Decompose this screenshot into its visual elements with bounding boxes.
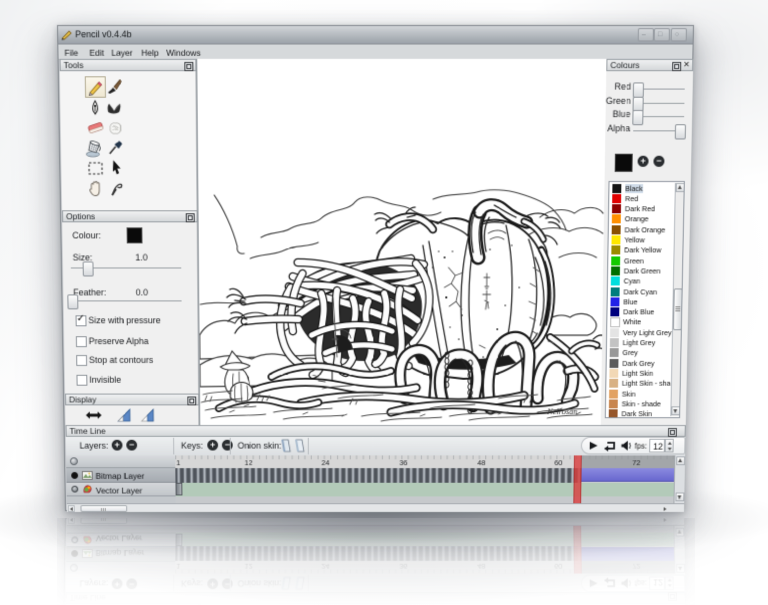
svg-text:Nelrosan: Nelrosan bbox=[546, 406, 577, 416]
